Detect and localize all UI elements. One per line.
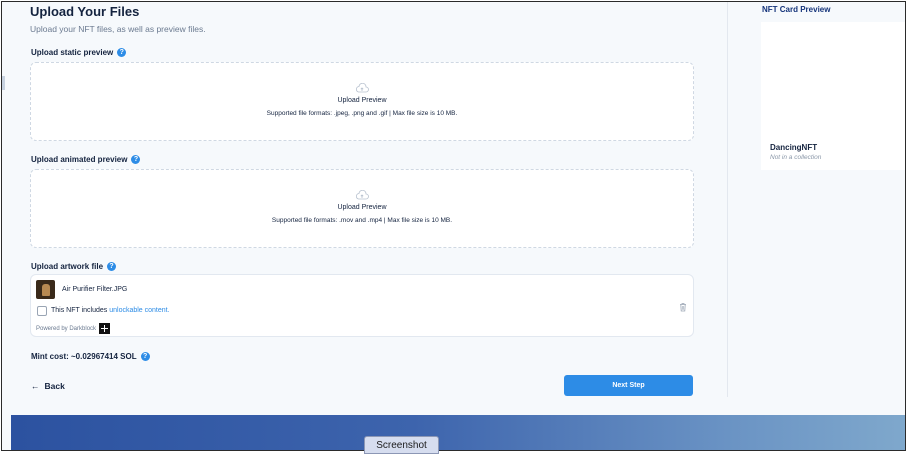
page-title: Upload Your Files — [30, 4, 140, 19]
animated-preview-label: Upload animated preview ? — [31, 155, 141, 164]
panel-divider — [727, 2, 728, 397]
powered-by-text: Powered by Darkblock — [36, 325, 97, 332]
animated-upload-text: Upload Preview — [337, 204, 387, 211]
static-formats-text: Supported file formats: .jpeg, .png and … — [266, 110, 458, 117]
next-step-button[interactable]: Next Step — [564, 375, 693, 396]
artwork-label: Upload artwork file ? — [31, 262, 117, 271]
help-icon[interactable]: ? — [107, 262, 117, 271]
help-icon[interactable]: ? — [117, 48, 127, 57]
unlockable-label: This NFT includes unlockable content. — [51, 307, 170, 314]
artwork-file-card: Air Purifier Filter.JPG This NFT include… — [30, 274, 694, 337]
help-icon[interactable]: ? — [131, 155, 141, 164]
page-subtitle: Upload your NFT files, as well as previe… — [30, 24, 206, 34]
artwork-filename: Air Purifier Filter.JPG — [62, 286, 128, 293]
powered-by: Powered by Darkblock — [36, 323, 111, 334]
cloud-upload-icon — [356, 83, 369, 93]
animated-preview-dropzone[interactable]: Upload Preview Supported file formats: .… — [30, 169, 694, 248]
static-preview-dropzone[interactable]: Upload Preview Supported file formats: .… — [30, 62, 694, 141]
back-button[interactable]: ← Back — [31, 381, 65, 391]
arrow-left-icon: ← — [31, 381, 40, 391]
animated-formats-text: Supported file formats: .mov and .mp4 | … — [271, 217, 453, 224]
animated-preview-label-text: Upload animated preview — [31, 155, 128, 164]
mint-cost-text: Mint cost: ~0.02967414 SOL — [31, 352, 137, 361]
footer-banner — [11, 415, 905, 450]
mint-cost: Mint cost: ~0.02967414 SOL ? — [31, 352, 150, 361]
back-label: Back — [44, 381, 65, 391]
static-upload-text: Upload Preview — [337, 97, 387, 104]
unlockable-content-link[interactable]: unlockable content. — [109, 307, 169, 314]
help-icon[interactable]: ? — [140, 352, 150, 361]
cloud-upload-icon — [356, 190, 369, 200]
trash-icon[interactable] — [678, 302, 688, 312]
artwork-label-text: Upload artwork file — [31, 262, 104, 271]
static-preview-label: Upload static preview ? — [31, 48, 127, 57]
nft-card-preview: DancingNFT Not in a collection — [761, 22, 905, 170]
static-preview-label-text: Upload static preview — [31, 48, 114, 57]
app-frame: Upload Your Files Upload your NFT files,… — [1, 1, 906, 451]
unlockable-prefix: This NFT includes — [51, 307, 110, 314]
nft-card-preview-heading: NFT Card Preview — [762, 5, 831, 14]
screenshot-button[interactable]: Screenshot — [364, 436, 439, 454]
file-thumbnail — [36, 280, 55, 299]
nft-card-name: DancingNFT — [770, 143, 818, 152]
nft-card-collection: Not in a collection — [770, 154, 822, 161]
unlockable-checkbox[interactable] — [37, 306, 47, 316]
upload-panel: Upload Your Files Upload your NFT files,… — [2, 2, 726, 414]
darkblock-logo-icon — [99, 323, 111, 334]
scroll-indicator — [2, 76, 5, 90]
